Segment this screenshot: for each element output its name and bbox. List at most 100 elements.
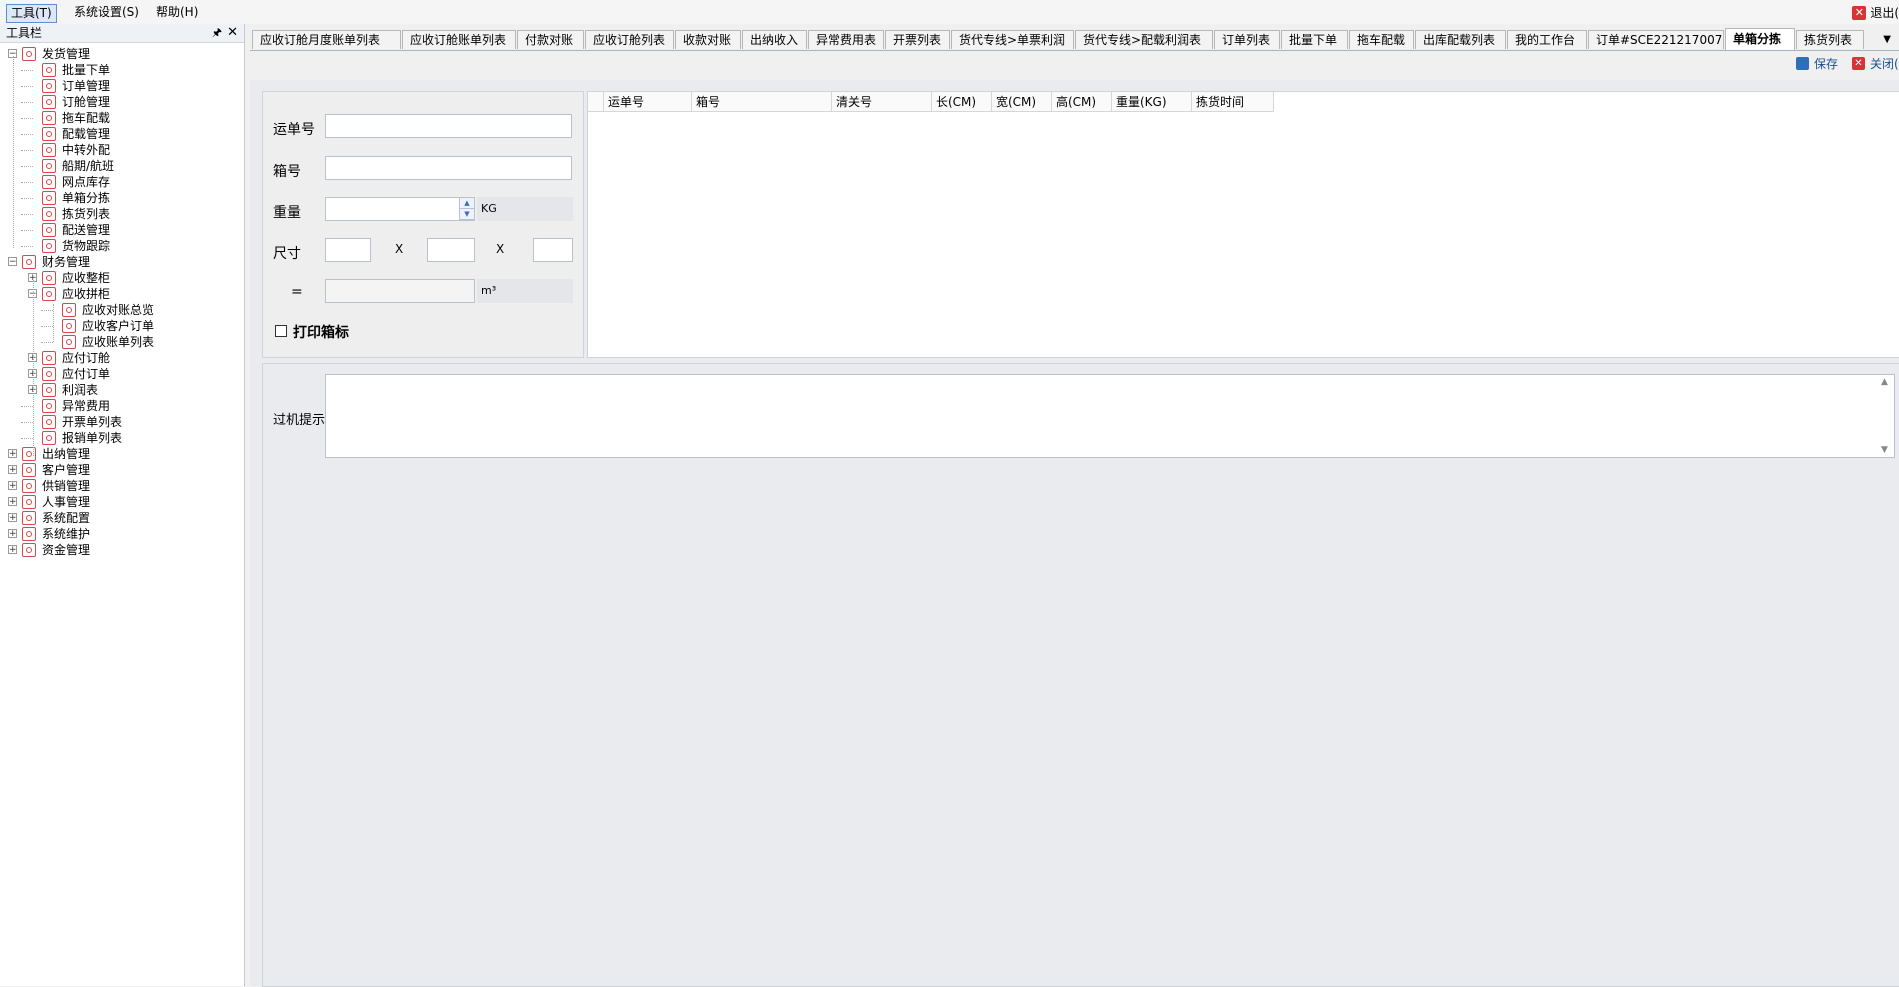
tab-item[interactable]: 订单列表: [1214, 30, 1280, 49]
expand-icon[interactable]: +: [8, 513, 17, 523]
tree-node[interactable]: + 应付订舱: [0, 350, 240, 366]
save-icon: [1796, 57, 1809, 70]
hint-textarea[interactable]: ▲ ▼: [325, 374, 1895, 458]
grid-column-header[interactable]: 清关号: [832, 92, 932, 112]
close-icon[interactable]: ✕: [227, 24, 238, 42]
spin-down-icon[interactable]: ▼: [460, 209, 474, 220]
tab-item[interactable]: 货代专线>配载利润表: [1075, 30, 1213, 49]
exit-button[interactable]: ✕ 退出(: [1850, 4, 1899, 22]
hint-panel: 过机提示 ▲ ▼: [262, 363, 1899, 987]
tree-node[interactable]: + 出纳管理: [0, 446, 240, 462]
length-input[interactable]: [325, 238, 371, 262]
tab-item[interactable]: 批量下单: [1281, 30, 1348, 49]
tree-node[interactable]: + 系统配置: [0, 510, 240, 526]
tree-node[interactable]: − 财务管理: [0, 254, 240, 270]
tab-item[interactable]: 出库配载列表: [1415, 30, 1506, 49]
tree-node[interactable]: 应收账单列表: [0, 334, 240, 350]
tree-node[interactable]: 报销单列表: [0, 430, 240, 446]
menu-help[interactable]: 帮助(H): [152, 4, 202, 21]
save-button[interactable]: 保存: [1796, 56, 1838, 72]
height-input[interactable]: [533, 238, 573, 262]
tree-node[interactable]: 网点库存: [0, 174, 240, 190]
tab-item[interactable]: 开票列表: [885, 30, 950, 49]
expand-icon[interactable]: +: [8, 465, 17, 475]
size-separator-2: X: [496, 242, 505, 256]
expand-icon[interactable]: +: [8, 497, 17, 507]
tab-item[interactable]: 应收订舱月度账单列表: [252, 30, 401, 49]
scroll-down-icon[interactable]: ▼: [1881, 445, 1888, 455]
tree-node[interactable]: + 供销管理: [0, 478, 240, 494]
tree-connector: [21, 118, 33, 119]
tab-item[interactable]: 我的工作台: [1507, 30, 1587, 49]
tree-node[interactable]: + 应收整柜: [0, 270, 240, 286]
tree-node[interactable]: 配载管理: [0, 126, 240, 142]
collapse-icon[interactable]: −: [8, 257, 17, 267]
print-label-text[interactable]: 打印箱标: [293, 322, 349, 342]
tab-item[interactable]: 单箱分拣: [1725, 28, 1795, 50]
tree-node[interactable]: 批量下单: [0, 62, 240, 78]
tab-item[interactable]: 订单#SCE221217007: [1588, 30, 1724, 49]
tree-node[interactable]: + 人事管理: [0, 494, 240, 510]
grid-column-header[interactable]: 运单号: [604, 92, 692, 112]
scroll-up-icon[interactable]: ▲: [1881, 377, 1888, 387]
tree-node[interactable]: − 发货管理: [0, 46, 240, 62]
weight-spinner[interactable]: ▲ ▼: [459, 198, 474, 220]
tree-node-label: 应收客户订单: [82, 319, 155, 333]
tree-node[interactable]: + 系统维护: [0, 526, 240, 542]
waybill-input[interactable]: [325, 114, 572, 138]
spin-up-icon[interactable]: ▲: [460, 198, 474, 209]
tree-node[interactable]: + 利润表: [0, 382, 240, 398]
tree-node[interactable]: 中转外配: [0, 142, 240, 158]
tab-item[interactable]: 付款对账: [517, 30, 584, 49]
tree-node[interactable]: 配送管理: [0, 222, 240, 238]
grid-column-header[interactable]: 高(CM): [1052, 92, 1112, 112]
tab-item[interactable]: 出纳收入: [742, 30, 807, 49]
tree-node[interactable]: 拖车配载: [0, 110, 240, 126]
tree-connector: [21, 438, 33, 439]
tab-item[interactable]: 应收订舱账单列表: [402, 30, 516, 49]
expand-icon[interactable]: +: [8, 481, 17, 491]
menu-system-settings[interactable]: 系统设置(S): [70, 4, 143, 21]
grid-column-header[interactable]: 箱号: [692, 92, 832, 112]
tab-overflow-icon[interactable]: ▼: [1883, 34, 1891, 45]
tree-node[interactable]: + 资金管理: [0, 542, 240, 558]
width-input[interactable]: [427, 238, 475, 262]
pin-icon[interactable]: 🖈: [212, 24, 222, 42]
input-panel: 运单号 箱号 重量 ▲ ▼ KG 尺寸 X X = m³ 打印箱标: [262, 91, 584, 358]
tree-node[interactable]: 船期/航班: [0, 158, 240, 174]
close-tab-button[interactable]: ✕ 关闭(: [1852, 56, 1899, 72]
grid-column-header[interactable]: 长(CM): [932, 92, 992, 112]
box-number-input[interactable]: [325, 156, 572, 180]
tree-node[interactable]: 拣货列表: [0, 206, 240, 222]
tree-node[interactable]: 应收对账总览: [0, 302, 240, 318]
menu-tools[interactable]: 工具(T): [6, 4, 57, 23]
equals-label: =: [291, 284, 303, 300]
tree-node[interactable]: 应收客户订单: [0, 318, 240, 334]
tab-item[interactable]: 应收订舱列表: [585, 30, 674, 49]
hint-scrollbar[interactable]: ▲ ▼: [1878, 375, 1894, 457]
tree-node[interactable]: 订单管理: [0, 78, 240, 94]
tree-node[interactable]: + 客户管理: [0, 462, 240, 478]
grid-column-header[interactable]: 重量(KG): [1112, 92, 1192, 112]
tab-item[interactable]: 拣货列表: [1796, 30, 1864, 49]
tab-item[interactable]: 异常费用表: [808, 30, 884, 49]
tree-node[interactable]: 货物跟踪: [0, 238, 240, 254]
tree-node[interactable]: − 应收拼柜: [0, 286, 240, 302]
grid-column-header[interactable]: 宽(CM): [992, 92, 1052, 112]
tree-node[interactable]: 开票单列表: [0, 414, 240, 430]
tree-node[interactable]: 订舱管理: [0, 94, 240, 110]
tree-node-label: 异常费用: [62, 399, 111, 413]
tree-node[interactable]: + 应付订单: [0, 366, 240, 382]
expand-icon[interactable]: +: [8, 449, 17, 459]
tab-item[interactable]: 货代专线>单票利润: [951, 30, 1074, 49]
grid-column-header[interactable]: 拣货时间: [1192, 92, 1274, 112]
tab-item[interactable]: 收款对账: [675, 30, 741, 49]
print-label-checkbox[interactable]: [275, 325, 287, 337]
expand-icon[interactable]: +: [8, 545, 17, 555]
tab-item[interactable]: 拖车配载: [1349, 30, 1414, 49]
tree-node[interactable]: 单箱分拣: [0, 190, 240, 206]
weight-input[interactable]: ▲ ▼: [325, 197, 475, 221]
tree-node-icon: [42, 207, 56, 221]
expand-icon[interactable]: +: [8, 529, 17, 539]
tree-node[interactable]: 异常费用: [0, 398, 240, 414]
